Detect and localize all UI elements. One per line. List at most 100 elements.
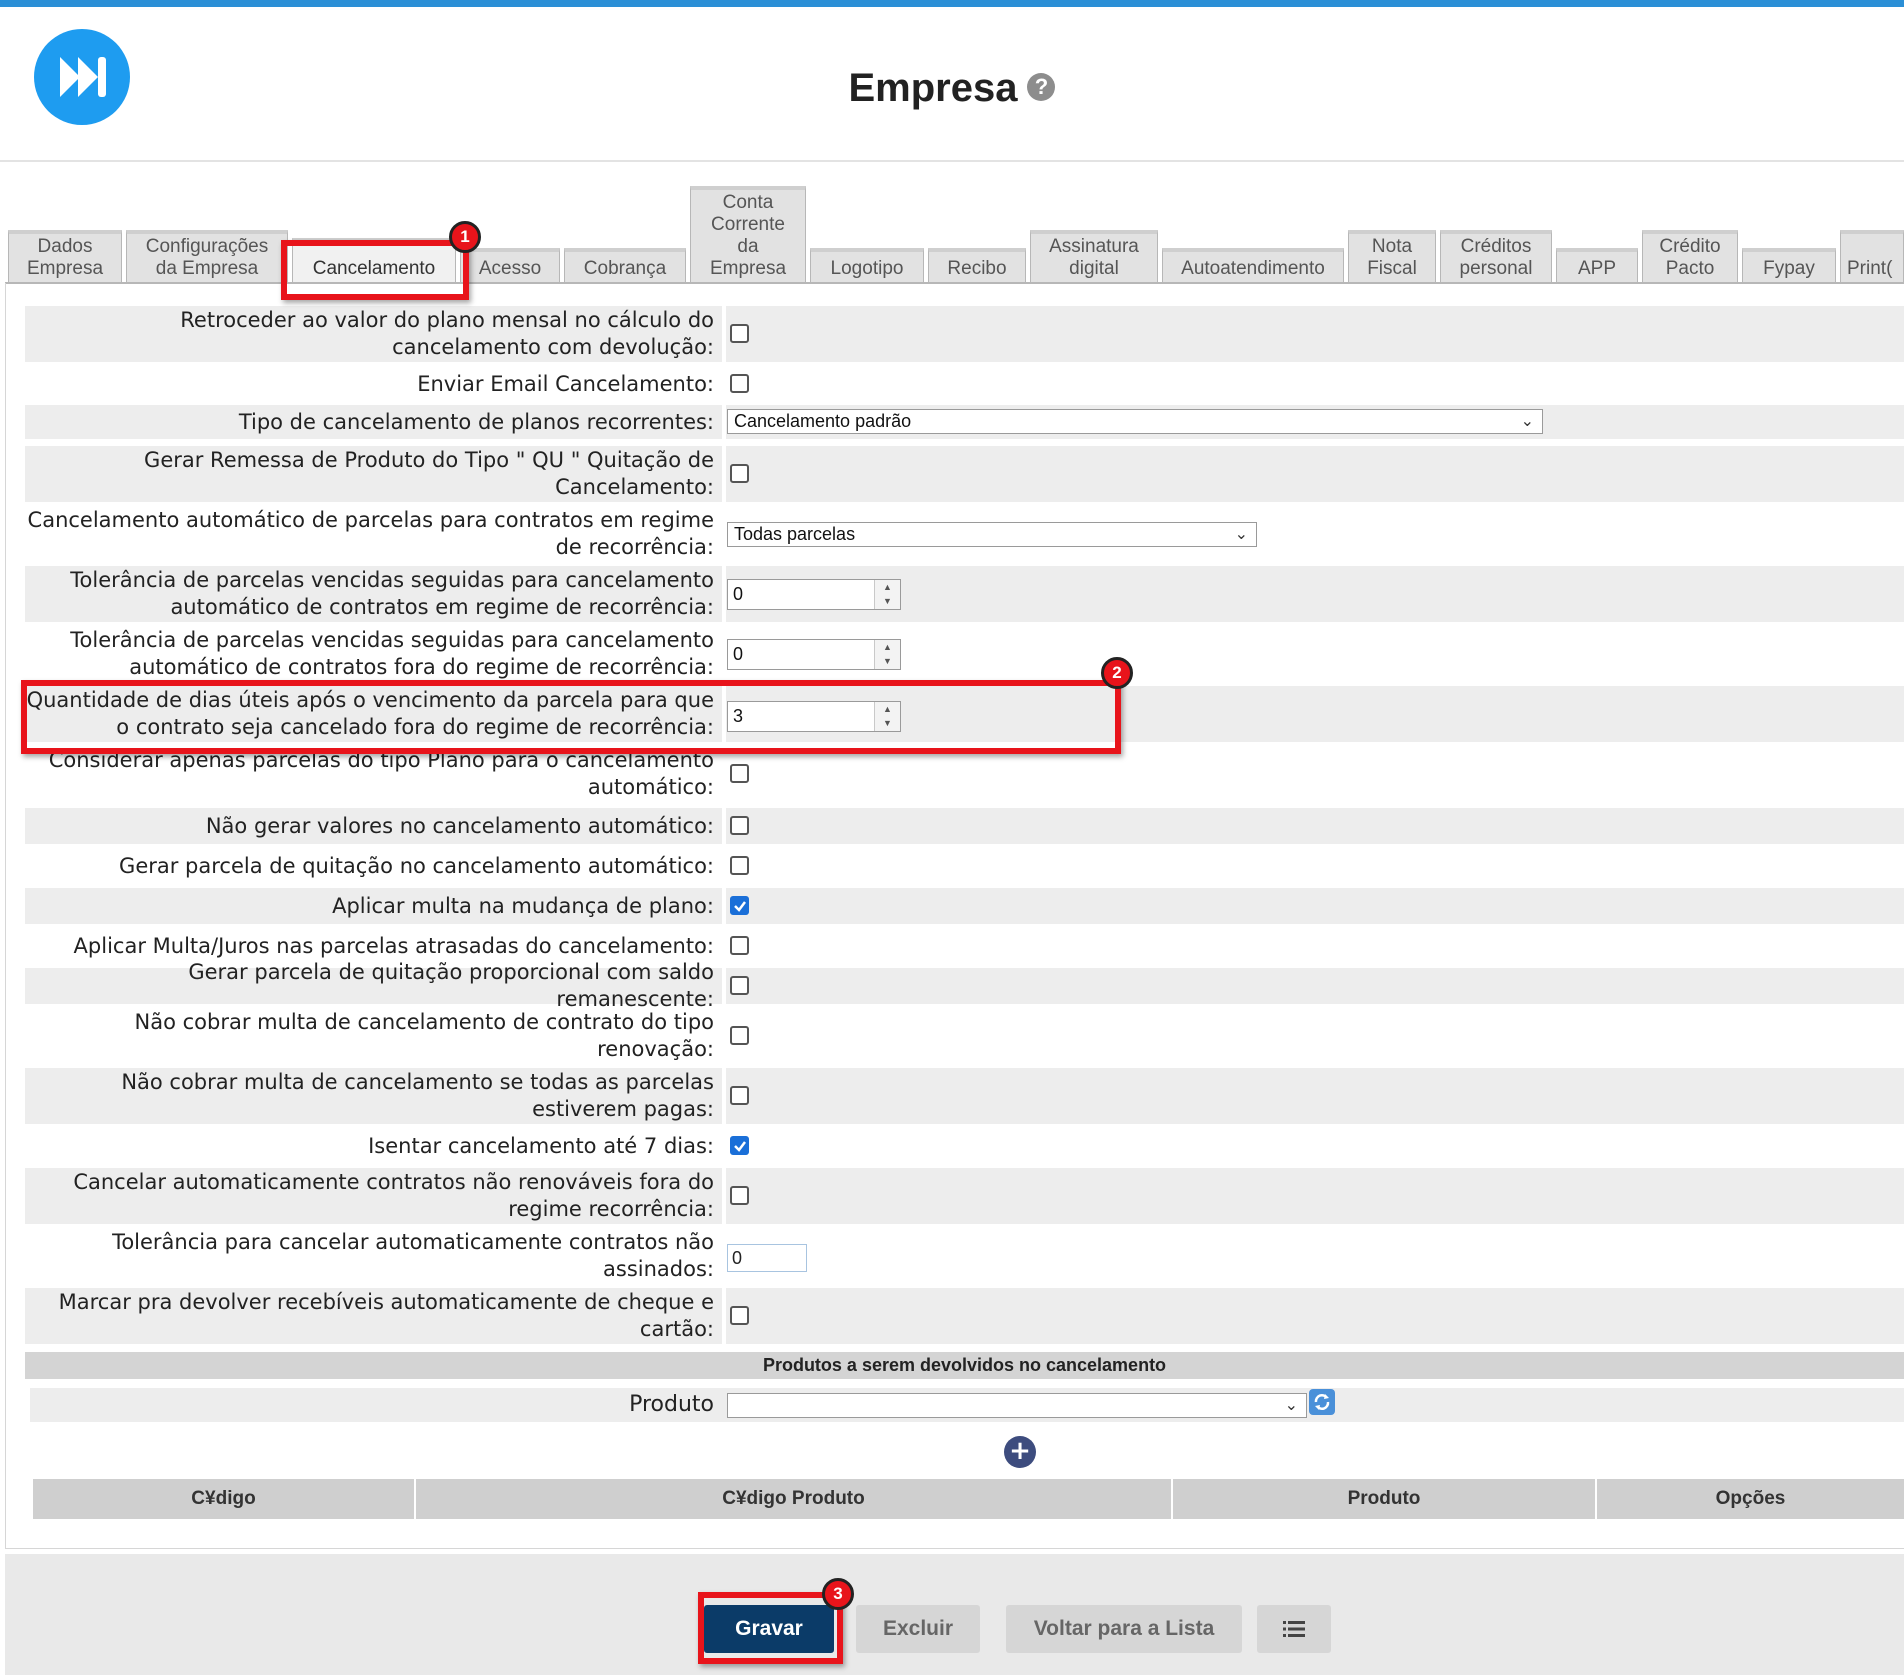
tab-label: Acesso <box>478 258 542 279</box>
tab-label: Assinatura digital <box>1049 236 1139 279</box>
considerar-plano-checkbox[interactable] <box>730 764 749 783</box>
highlight-box-tab-cancelamento <box>281 240 469 300</box>
tab-creditos-personal[interactable]: Créditos personal <box>1440 230 1552 284</box>
row-divider <box>722 746 726 802</box>
list-view-button[interactable] <box>1257 1605 1331 1653</box>
aplicar-multa-checkbox[interactable] <box>730 896 749 915</box>
column-header-codigo: C¥digo <box>33 1479 416 1519</box>
select-value: Todas parcelas <box>734 524 856 544</box>
tab-assinatura-digital[interactable]: Assinatura digital <box>1030 230 1158 284</box>
tab-label: Fypay <box>1763 258 1815 279</box>
field-label: Isentar cancelamento até 7 dias: <box>368 1133 714 1158</box>
row-divider <box>722 1168 726 1224</box>
row-divider <box>722 1128 726 1164</box>
field-label: Considerar apenas parcelas do tipo Plano… <box>48 748 714 799</box>
tab-logotipo[interactable]: Logotipo <box>810 248 924 284</box>
field-label: Marcar pra devolver recebíveis automatic… <box>25 1288 720 1344</box>
form-row-cancelamento-automatico: Cancelamento automático de parcelas para… <box>25 506 1904 562</box>
excluir-button[interactable]: Excluir <box>856 1605 980 1653</box>
chevron-down-icon: ⌄ <box>1520 413 1534 430</box>
tab-app[interactable]: APP <box>1556 248 1638 284</box>
checkmark-icon <box>733 900 746 912</box>
tab-autoatendimento[interactable]: Autoatendimento <box>1162 248 1344 284</box>
refresh-icon[interactable] <box>1308 1388 1336 1416</box>
isentar-7-dias-checkbox[interactable] <box>730 1136 749 1155</box>
tab-conta-corrente[interactable]: Conta Corrente da Empresa <box>690 186 806 284</box>
nao-cobrar-pagas-checkbox[interactable] <box>730 1086 749 1105</box>
row-divider <box>722 1228 726 1284</box>
gerar-remessa-checkbox[interactable] <box>730 464 749 483</box>
field-label: Gerar parcela de quitação proporcional c… <box>25 960 720 1011</box>
row-divider <box>722 1288 726 1344</box>
spinner-arrows-icon[interactable]: ▲ ▼ <box>874 640 900 669</box>
produto-row: Produto ⌄ <box>30 1388 1904 1422</box>
field-label: Não cobrar multa de cancelamento de cont… <box>134 1010 715 1061</box>
cancelamento-automatico-select[interactable]: Todas parcelas ⌄ <box>727 522 1257 547</box>
tab-print[interactable]: Print( <box>1840 230 1904 284</box>
row-divider <box>722 888 726 924</box>
help-icon[interactable]: ? <box>1027 73 1056 102</box>
field-label: Não gerar valores no cancelamento automá… <box>25 808 720 844</box>
tab-acesso[interactable]: Acesso <box>460 248 560 284</box>
form-row-gerar-quitacao: Gerar parcela de quitação no cancelament… <box>25 848 1904 884</box>
tab-label: APP <box>1577 258 1617 279</box>
column-header-codigo-produto: C¥digo Produto <box>416 1479 1173 1519</box>
tab-credito-pacto[interactable]: Crédito Pacto <box>1642 230 1738 284</box>
page-title: Empresa? <box>0 66 1904 111</box>
tab-configuracoes-empresa[interactable]: Configurações da Empresa <box>126 230 288 284</box>
tolerancia-nao-assinados-input[interactable]: 0 <box>727 1244 807 1272</box>
checkmark-icon <box>733 1140 746 1152</box>
tab-label: Crédito Pacto <box>1659 236 1721 279</box>
enviar-email-checkbox[interactable] <box>730 374 749 393</box>
input-value: 0 <box>733 644 744 664</box>
quitacao-proporcional-checkbox[interactable] <box>730 976 749 995</box>
field-label: Gerar parcela de quitação no cancelament… <box>119 853 714 878</box>
tab-cobranca[interactable]: Cobrança <box>564 248 686 284</box>
list-icon <box>1283 1621 1305 1637</box>
devolver-recebiveis-checkbox[interactable] <box>730 1306 749 1325</box>
field-label: Tolerância de parcelas vencidas seguidas… <box>25 566 720 622</box>
page-title-text: Empresa <box>848 66 1018 110</box>
spinner-arrows-icon[interactable]: ▲ ▼ <box>874 580 900 609</box>
field-label: Cancelamento automático de parcelas para… <box>27 508 714 559</box>
cancelar-nao-renovaveis-checkbox[interactable] <box>730 1186 749 1205</box>
row-divider <box>722 506 726 562</box>
field-label: Retroceder ao valor do plano mensal no c… <box>25 306 720 362</box>
field-label: Cancelar automaticamente contratos não r… <box>25 1168 720 1224</box>
tab-label: Recibo <box>947 258 1007 279</box>
form-row-nao-cobrar-renovacao: Não cobrar multa de cancelamento de cont… <box>25 1008 1904 1064</box>
row-divider <box>722 306 726 362</box>
form-row-considerar-plano: Considerar apenas parcelas do tipo Plano… <box>25 746 1904 802</box>
produto-select[interactable]: ⌄ <box>727 1393 1307 1418</box>
gerar-quitacao-checkbox[interactable] <box>730 856 749 875</box>
row-divider <box>722 928 726 964</box>
row-divider <box>722 566 726 622</box>
nao-cobrar-renovacao-checkbox[interactable] <box>730 1026 749 1045</box>
voltar-lista-button[interactable]: Voltar para a Lista <box>1006 1605 1242 1653</box>
add-produto-icon[interactable]: + <box>1004 1436 1036 1468</box>
produto-label: Produto <box>629 1392 714 1417</box>
field-label: Tipo de cancelamento de planos recorrent… <box>25 405 720 439</box>
tab-dados-empresa[interactable]: Dados Empresa <box>8 230 122 284</box>
tipo-cancelamento-select[interactable]: Cancelamento padrão ⌄ <box>727 409 1543 434</box>
tab-label: Nota Fiscal <box>1367 236 1417 279</box>
tab-fypay[interactable]: Fypay <box>1742 248 1836 284</box>
tab-recibo[interactable]: Recibo <box>928 248 1026 284</box>
chevron-down-icon: ⌄ <box>1284 1397 1298 1414</box>
tolerancia-recorrencia-input[interactable]: 0 ▲ ▼ <box>727 579 901 610</box>
tolerancia-fora-input[interactable]: 0 ▲ ▼ <box>727 639 901 670</box>
row-divider <box>722 405 726 439</box>
multa-juros-checkbox[interactable] <box>730 936 749 955</box>
row-divider <box>722 848 726 884</box>
nao-gerar-valores-checkbox[interactable] <box>730 816 749 835</box>
input-value: 0 <box>732 1248 743 1268</box>
tab-nota-fiscal[interactable]: Nota Fiscal <box>1348 230 1436 284</box>
row-divider <box>722 446 726 502</box>
tab-label: Cobrança <box>583 258 667 279</box>
highlight-box-gravar <box>698 1592 843 1664</box>
form-row-retroceder: Retroceder ao valor do plano mensal no c… <box>25 306 1904 362</box>
retroceder-checkbox[interactable] <box>730 324 749 343</box>
step-badge-1: 1 <box>449 221 481 253</box>
field-label: Não cobrar multa de cancelamento se toda… <box>25 1068 720 1124</box>
form-row-cancelar-nao-renovaveis: Cancelar automaticamente contratos não r… <box>25 1168 1904 1224</box>
